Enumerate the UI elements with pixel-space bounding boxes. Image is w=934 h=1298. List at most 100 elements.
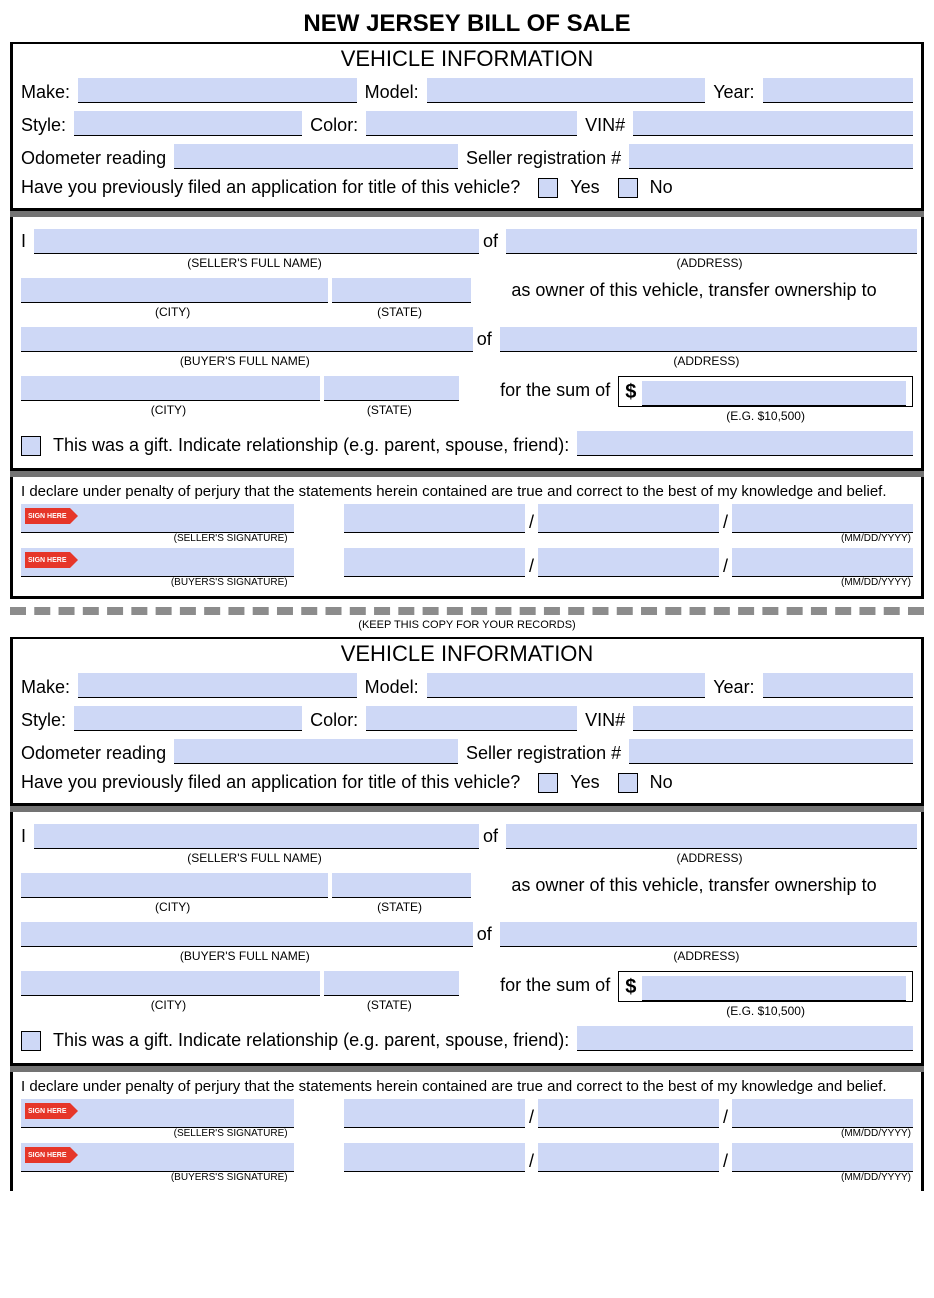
color-input-2[interactable] bbox=[366, 706, 577, 731]
buyer-date-dd-input-2[interactable] bbox=[538, 1143, 719, 1172]
transfer-section: I (SELLER'S FULL NAME) of (ADDRESS) (CIT… bbox=[10, 217, 924, 471]
yes-checkbox[interactable] bbox=[538, 178, 558, 198]
no-checkbox[interactable] bbox=[618, 178, 638, 198]
vin-input-2[interactable] bbox=[633, 706, 913, 731]
declaration-section: I declare under penalty of perjury that … bbox=[10, 477, 924, 599]
tear-line bbox=[10, 607, 924, 615]
odometer-label: Odometer reading bbox=[21, 148, 166, 169]
sum-input[interactable] bbox=[642, 381, 906, 406]
slash-label: / bbox=[723, 1107, 728, 1128]
sign-here-tag: SIGN HERE bbox=[25, 1147, 70, 1163]
seller-city-input[interactable] bbox=[21, 278, 328, 303]
seller-address-input[interactable] bbox=[506, 229, 917, 254]
color-input[interactable] bbox=[366, 111, 577, 136]
address-hint: (ADDRESS) bbox=[506, 851, 913, 865]
vin-label: VIN# bbox=[585, 710, 625, 731]
date-hint: (MM/DD/YYYY) bbox=[344, 1128, 913, 1139]
seller-date-mm-input-2[interactable] bbox=[344, 1099, 525, 1128]
seller-name-hint: (SELLER'S FULL NAME) bbox=[34, 256, 475, 270]
seller-name-input[interactable] bbox=[34, 229, 479, 254]
slash-label: / bbox=[529, 1151, 534, 1172]
seller-state-input[interactable] bbox=[332, 278, 471, 303]
prev-filed-label: Have you previously filed an application… bbox=[21, 772, 520, 793]
slash-label: / bbox=[723, 556, 728, 577]
buyer-state-input[interactable] bbox=[324, 376, 459, 401]
buyer-date-yyyy-input-2[interactable] bbox=[732, 1143, 913, 1172]
make-input-2[interactable] bbox=[78, 673, 357, 698]
no-checkbox-2[interactable] bbox=[618, 773, 638, 793]
slash-label: / bbox=[723, 512, 728, 533]
keep-copy-text: (KEEP THIS COPY FOR YOUR RECORDS) bbox=[10, 619, 924, 631]
gift-checkbox[interactable] bbox=[21, 436, 41, 456]
state-hint: (STATE) bbox=[332, 900, 467, 914]
transfer-section-2: I (SELLER'S FULL NAME) of (ADDRESS) (CIT… bbox=[10, 812, 924, 1066]
seller-date-dd-input[interactable] bbox=[538, 504, 719, 533]
page-title: NEW JERSEY BILL OF SALE bbox=[10, 10, 924, 38]
style-input-2[interactable] bbox=[74, 706, 302, 731]
year-input-2[interactable] bbox=[763, 673, 913, 698]
year-label: Year: bbox=[713, 82, 754, 103]
seller-date-yyyy-input-2[interactable] bbox=[732, 1099, 913, 1128]
buyer-address-input-2[interactable] bbox=[500, 922, 917, 947]
prev-filed-label: Have you previously filed an application… bbox=[21, 177, 520, 198]
style-label: Style: bbox=[21, 115, 66, 136]
seller-reg-input[interactable] bbox=[629, 144, 913, 169]
declaration-section-2: I declare under penalty of perjury that … bbox=[10, 1072, 924, 1191]
address-hint-2: (ADDRESS) bbox=[500, 354, 913, 368]
seller-name-input-2[interactable] bbox=[34, 824, 479, 849]
vehicle-info-heading-2: VEHICLE INFORMATION bbox=[13, 639, 921, 669]
seller-state-input-2[interactable] bbox=[332, 873, 471, 898]
no-label: No bbox=[650, 772, 673, 793]
buyer-name-input[interactable] bbox=[21, 327, 473, 352]
seller-sig-hint: (SELLER'S SIGNATURE) bbox=[21, 1128, 290, 1139]
yes-checkbox-2[interactable] bbox=[538, 773, 558, 793]
model-input-2[interactable] bbox=[427, 673, 706, 698]
date-hint: (MM/DD/YYYY) bbox=[344, 577, 913, 588]
dollar-icon: $ bbox=[625, 381, 636, 404]
slash-label: / bbox=[529, 556, 534, 577]
buyer-date-mm-input-2[interactable] bbox=[344, 1143, 525, 1172]
buyer-city-input[interactable] bbox=[21, 376, 320, 401]
seller-name-hint: (SELLER'S FULL NAME) bbox=[34, 851, 475, 865]
seller-reg-input-2[interactable] bbox=[629, 739, 913, 764]
seller-date-mm-input[interactable] bbox=[344, 504, 525, 533]
for-sum-label: for the sum of bbox=[463, 971, 610, 996]
style-label: Style: bbox=[21, 710, 66, 731]
year-input[interactable] bbox=[763, 78, 913, 103]
vin-input[interactable] bbox=[633, 111, 913, 136]
buyer-name-input-2[interactable] bbox=[21, 922, 473, 947]
seller-date-dd-input-2[interactable] bbox=[538, 1099, 719, 1128]
buyer-state-input-2[interactable] bbox=[324, 971, 459, 996]
odometer-input-2[interactable] bbox=[174, 739, 458, 764]
odometer-input[interactable] bbox=[174, 144, 458, 169]
seller-city-input-2[interactable] bbox=[21, 873, 328, 898]
make-label: Make: bbox=[21, 82, 70, 103]
vehicle-info-section-2: VEHICLE INFORMATION Make: Model: Year: S… bbox=[10, 637, 924, 806]
buyer-date-yyyy-input[interactable] bbox=[732, 548, 913, 577]
yes-label: Yes bbox=[570, 772, 599, 793]
seller-address-input-2[interactable] bbox=[506, 824, 917, 849]
buyer-name-hint: (BUYER'S FULL NAME) bbox=[21, 354, 469, 368]
gift-relationship-input[interactable] bbox=[577, 431, 913, 456]
city-hint: (CITY) bbox=[21, 305, 324, 319]
slash-label: / bbox=[529, 1107, 534, 1128]
gift-relationship-input-2[interactable] bbox=[577, 1026, 913, 1051]
state-hint: (STATE) bbox=[324, 998, 455, 1012]
buyer-address-input[interactable] bbox=[500, 327, 917, 352]
seller-date-yyyy-input[interactable] bbox=[732, 504, 913, 533]
model-input[interactable] bbox=[427, 78, 706, 103]
sign-here-tag: SIGN HERE bbox=[25, 552, 70, 568]
buyer-city-input-2[interactable] bbox=[21, 971, 320, 996]
vehicle-info-section: VEHICLE INFORMATION Make: Model: Year: S… bbox=[10, 42, 924, 211]
as-owner-label: as owner of this vehicle, transfer owner… bbox=[475, 873, 913, 896]
gift-checkbox-2[interactable] bbox=[21, 1031, 41, 1051]
slash-label: / bbox=[529, 512, 534, 533]
buyer-date-dd-input[interactable] bbox=[538, 548, 719, 577]
make-input[interactable] bbox=[78, 78, 357, 103]
slash-label: / bbox=[723, 1151, 728, 1172]
sum-input-2[interactable] bbox=[642, 976, 906, 1001]
style-input[interactable] bbox=[74, 111, 302, 136]
city-hint: (CITY) bbox=[21, 900, 324, 914]
state-hint: (STATE) bbox=[332, 305, 467, 319]
buyer-date-mm-input[interactable] bbox=[344, 548, 525, 577]
